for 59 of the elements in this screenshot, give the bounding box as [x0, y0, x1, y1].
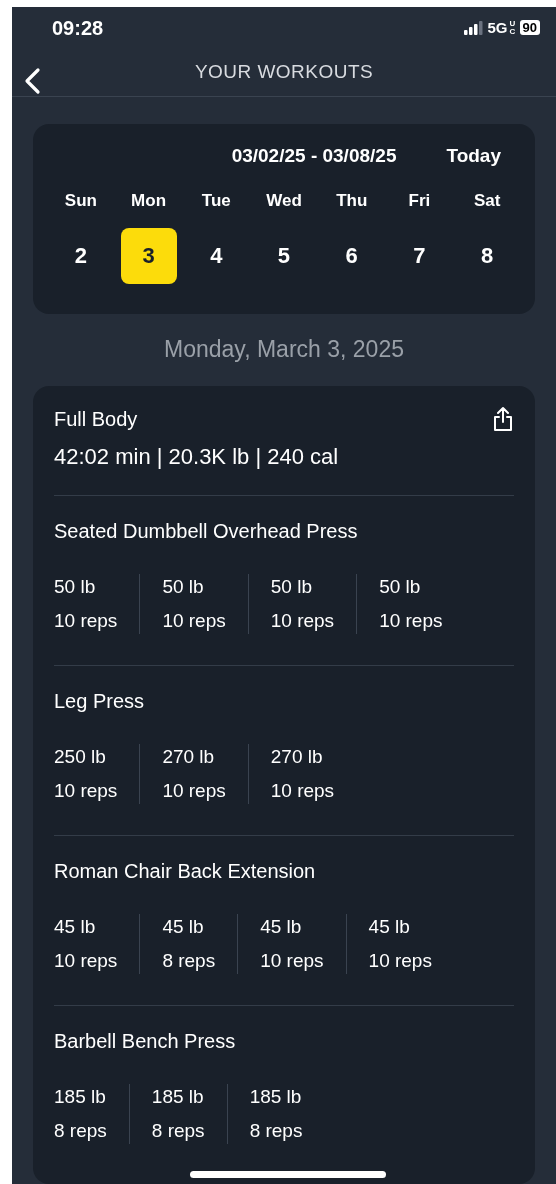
signal-icon — [463, 20, 484, 35]
day-button[interactable]: 4 — [188, 227, 245, 284]
battery-indicator: 90 — [519, 20, 540, 36]
set-weight: 45 lb — [162, 915, 205, 939]
day-button[interactable]: 8 — [459, 227, 516, 284]
day-button[interactable]: 5 — [256, 227, 312, 284]
weekday-label: Tue — [201, 190, 231, 212]
set-reps: 8 reps — [249, 1119, 303, 1143]
weekday-label: Mon — [131, 190, 167, 212]
exercise-name: Leg Press — [54, 689, 146, 714]
set-reps: 10 reps — [54, 949, 118, 973]
day-button[interactable]: 3 — [120, 227, 177, 284]
set-weight: 270 lb — [162, 745, 216, 769]
network-label: 5G — [487, 17, 508, 38]
workout-title: Full Body — [54, 407, 139, 432]
set-reps: 10 reps — [162, 779, 226, 803]
selected-date: Monday, March 3, 2025 — [164, 334, 404, 364]
page-title: YOUR WORKOUTS — [194, 59, 374, 84]
set-weight: 50 lb — [379, 575, 422, 599]
set-reps: 10 reps — [54, 779, 118, 803]
weekday-label: Thu — [336, 190, 368, 212]
day-button[interactable]: 2 — [52, 227, 109, 284]
exercise-name: Seated Dumbbell Overhead Press — [54, 519, 359, 544]
set-reps: 10 reps — [379, 609, 443, 633]
set-weight: 185 lb — [151, 1085, 205, 1109]
weekday-label: Wed — [266, 190, 302, 212]
today-button[interactable]: Today — [446, 141, 501, 170]
set-weight: 45 lb — [54, 915, 97, 939]
weekday-label: Sun — [64, 190, 97, 212]
set-reps: 8 reps — [162, 949, 216, 973]
set-weight: 270 lb — [270, 745, 324, 769]
network-sub-label: UC — [509, 19, 516, 36]
status-time: 09:28 — [52, 15, 104, 41]
set-reps: 8 reps — [54, 1119, 107, 1143]
day-button[interactable]: 7 — [391, 227, 448, 284]
set-reps: 10 reps — [368, 949, 432, 973]
set-weight: 50 lb — [162, 575, 205, 599]
workout-summary: 42:02 min | 20.3K lb | 240 cal — [54, 443, 339, 471]
set-weight: 185 lb — [54, 1085, 107, 1109]
week-range: 03/02/25 - 03/08/25 — [231, 143, 397, 168]
set-weight: 50 lb — [54, 575, 97, 599]
set-weight: 45 lb — [368, 915, 411, 939]
set-reps: 10 reps — [270, 779, 335, 803]
exercise-name: Roman Chair Back Extension — [54, 859, 317, 884]
set-weight: 50 lb — [270, 575, 313, 599]
exercise-name: Barbell Bench Press — [54, 1029, 237, 1054]
share-button[interactable] — [492, 406, 514, 432]
day-button[interactable]: 6 — [323, 227, 380, 284]
set-weight: 250 lb — [54, 745, 107, 769]
set-reps: 8 reps — [151, 1119, 205, 1143]
set-reps: 10 reps — [270, 609, 335, 633]
share-icon — [492, 406, 514, 432]
set-reps: 10 reps — [260, 949, 324, 973]
set-reps: 10 reps — [54, 609, 118, 633]
set-weight: 185 lb — [249, 1085, 303, 1109]
weekday-label: Sat — [473, 190, 501, 212]
weekday-label: Fri — [408, 190, 431, 212]
set-weight: 45 lb — [260, 915, 303, 939]
set-reps: 10 reps — [162, 609, 226, 633]
